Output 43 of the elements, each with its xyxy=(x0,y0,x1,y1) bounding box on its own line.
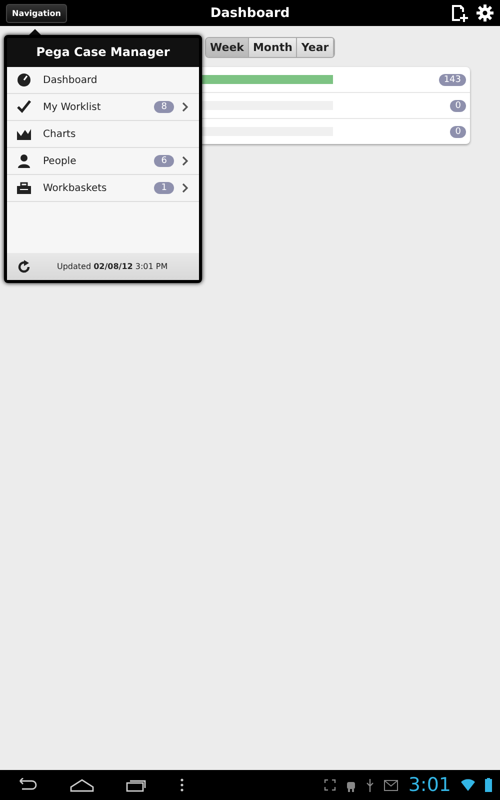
person-icon xyxy=(17,154,31,168)
home-icon[interactable] xyxy=(70,778,94,792)
gauge-icon xyxy=(17,73,31,87)
chevron-icon xyxy=(182,183,189,193)
mail-icon xyxy=(384,780,398,790)
period-tab[interactable]: Month xyxy=(248,38,298,57)
menu-item-label: People xyxy=(43,156,76,166)
settings-icon[interactable] xyxy=(476,4,494,22)
period-tab[interactable]: Week xyxy=(206,38,249,57)
page-title: Dashboard xyxy=(210,6,290,20)
chart-icon xyxy=(17,128,31,140)
menu-item-label: Workbaskets xyxy=(43,182,107,194)
battery-icon xyxy=(485,778,492,792)
menu-item[interactable]: People 6 xyxy=(7,148,199,175)
wifi-icon xyxy=(461,779,475,791)
briefcase-icon xyxy=(17,182,31,194)
count-badge: 8 xyxy=(154,101,174,113)
period-tab[interactable]: Year xyxy=(297,38,334,57)
chevron-icon xyxy=(182,102,189,112)
recent-apps-icon[interactable] xyxy=(126,778,148,792)
add-case-icon[interactable] xyxy=(450,4,468,22)
panel-title: Pega Case Manager xyxy=(35,44,171,61)
check-icon xyxy=(17,100,31,114)
menu-item-label: My Worklist xyxy=(43,102,101,112)
count-badge: 0 xyxy=(450,126,466,138)
menu-item[interactable]: Charts xyxy=(7,121,199,148)
count-badge: 143 xyxy=(438,74,466,86)
menu-item-label: Dashboard xyxy=(43,74,98,86)
count-badge: 6 xyxy=(154,155,174,167)
chevron-icon xyxy=(182,156,189,166)
navigation-button[interactable]: Navigation xyxy=(6,4,67,22)
menu-item[interactable]: Dashboard xyxy=(7,67,199,94)
count-badge: 1 xyxy=(154,182,174,194)
count-badge: 0 xyxy=(450,100,466,112)
clock-time: 3:01 xyxy=(408,774,451,796)
menu-item-label: Charts xyxy=(43,128,76,140)
updated-text: Updated 02/08/12 3:01 PM xyxy=(57,262,168,271)
refresh-icon[interactable] xyxy=(17,260,31,274)
menu-item[interactable]: Workbaskets 1 xyxy=(7,175,199,202)
usb-icon xyxy=(366,778,374,792)
menu-icon[interactable] xyxy=(180,778,184,792)
menu-item[interactable]: My Worklist 8 xyxy=(7,94,199,121)
screenshot-icon xyxy=(324,779,336,791)
